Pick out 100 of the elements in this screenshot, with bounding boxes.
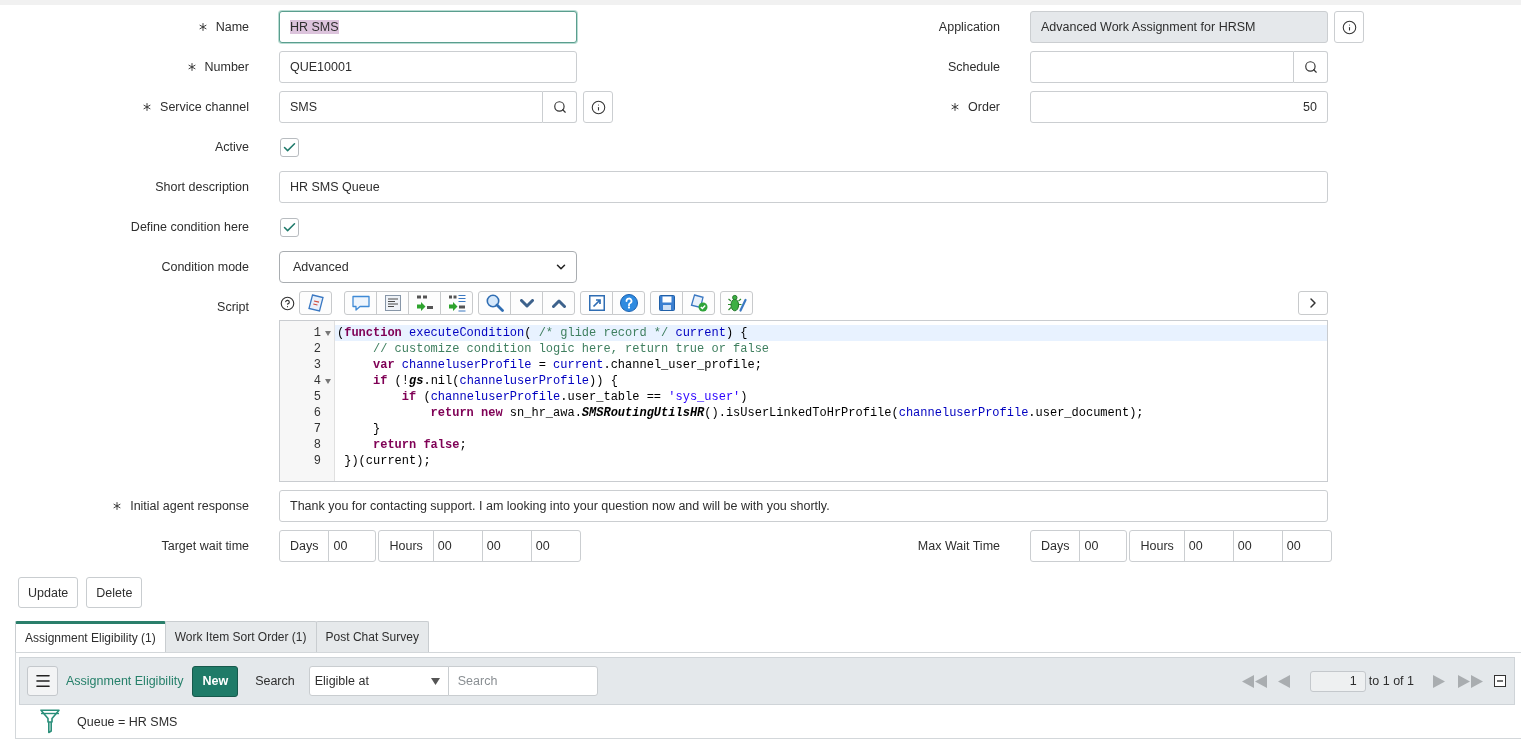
new-button[interactable]: New bbox=[192, 665, 239, 697]
code-line: // customize condition logic here, return true or false bbox=[372, 341, 770, 357]
tab[interactable]: Post Chat Survey bbox=[315, 621, 429, 652]
field-label: Short description bbox=[155, 180, 249, 194]
info-button[interactable] bbox=[583, 91, 613, 123]
line-number: 5 bbox=[313, 389, 321, 405]
field-label: Application bbox=[938, 20, 1000, 34]
line-number: 6 bbox=[313, 405, 321, 421]
caret-down-icon bbox=[430, 677, 440, 685]
code-line: } bbox=[372, 421, 381, 437]
search-icon bbox=[1303, 60, 1318, 74]
line-number: 2 bbox=[313, 341, 321, 357]
field-label: Target wait time bbox=[161, 539, 249, 553]
replace-all-button[interactable] bbox=[440, 291, 473, 315]
page-number-input[interactable]: 1 bbox=[1309, 670, 1366, 692]
update-button[interactable]: Update bbox=[18, 577, 79, 608]
line-number: 9 bbox=[313, 453, 321, 469]
bug-icon bbox=[726, 294, 747, 312]
info-icon bbox=[590, 99, 606, 115]
save-button[interactable] bbox=[650, 291, 683, 315]
info-icon bbox=[1341, 19, 1357, 35]
search-button[interactable] bbox=[478, 291, 511, 315]
menu-icon bbox=[33, 672, 52, 690]
unit-label: Days bbox=[1030, 530, 1081, 562]
code-line: })(current); bbox=[343, 453, 431, 469]
select-field[interactable]: Advanced bbox=[279, 251, 577, 283]
duration-input[interactable]: 00 bbox=[1281, 530, 1332, 562]
readonly-field: Advanced Work Assignment for HRSM bbox=[1030, 11, 1328, 43]
tab[interactable]: Work Item Sort Order (1) bbox=[164, 621, 317, 652]
document-icon bbox=[307, 294, 324, 312]
field-label: Script bbox=[217, 300, 249, 314]
funnel-icon[interactable] bbox=[40, 709, 60, 734]
find-previous-button[interactable] bbox=[542, 291, 575, 315]
list-menu-button[interactable] bbox=[27, 666, 58, 696]
expand-icon bbox=[588, 295, 605, 311]
fullscreen-button[interactable] bbox=[580, 291, 613, 315]
info-button[interactable] bbox=[1334, 11, 1364, 43]
duration-input[interactable]: 00 bbox=[1183, 530, 1234, 562]
unit-label: Hours bbox=[1129, 530, 1185, 562]
save-icon bbox=[658, 295, 675, 311]
help-icon bbox=[619, 294, 638, 312]
field-label: Define condition here bbox=[130, 220, 249, 234]
code-line: if (channeluserProfile.user_table == 'sys_user') bbox=[400, 389, 748, 405]
page-range-text: to 1 of 1 bbox=[1368, 674, 1414, 688]
duration-input[interactable]: 00 bbox=[1079, 530, 1128, 562]
replace-all-icon bbox=[447, 294, 466, 312]
search-icon bbox=[485, 294, 504, 312]
checkbox[interactable] bbox=[280, 217, 299, 237]
list-title: Assignment Eligibility bbox=[66, 674, 184, 688]
duration-input[interactable]: 00 bbox=[1232, 530, 1283, 562]
field-label: Service channel bbox=[160, 100, 249, 114]
filter-breadcrumb: Queue = HR SMS bbox=[77, 714, 178, 729]
replace-button[interactable] bbox=[408, 291, 441, 315]
lookup-button[interactable] bbox=[543, 91, 577, 123]
comment-icon bbox=[351, 295, 370, 311]
text-field[interactable]: QUE10001 bbox=[279, 51, 577, 83]
expand-toolbar-button[interactable] bbox=[1298, 291, 1328, 315]
reference-field[interactable] bbox=[1030, 51, 1294, 83]
line-number: 8 bbox=[313, 437, 321, 453]
fold-icon[interactable] bbox=[324, 330, 331, 336]
comment-button[interactable] bbox=[344, 291, 377, 315]
find-next-button[interactable] bbox=[510, 291, 543, 315]
reference-field[interactable]: SMS bbox=[279, 91, 543, 123]
duration-input[interactable]: 00 bbox=[432, 530, 483, 562]
field-label: Max Wait Time bbox=[917, 539, 1000, 553]
collapse-icon[interactable] bbox=[1494, 675, 1506, 687]
code-line: return new sn_hr_awa.SMSRoutingUtilsHR().isUserLinkedToHrProfile(channeluserProfile.user_document); bbox=[429, 405, 1144, 421]
unit-label: Days bbox=[279, 530, 330, 562]
help-icon[interactable] bbox=[280, 295, 295, 311]
line-number: 3 bbox=[313, 357, 321, 373]
field-label: Condition mode bbox=[161, 260, 249, 274]
field-label: Number bbox=[204, 60, 249, 74]
code-line: if (!gs.nil(channeluserProfile)) { bbox=[372, 373, 618, 389]
text-field[interactable]: HR SMS bbox=[279, 11, 577, 43]
code-editor[interactable] bbox=[279, 320, 1328, 482]
align-left-icon bbox=[384, 295, 401, 311]
text-field[interactable]: Thank you for contacting support. I am looking into your question now and will be with you shortly. bbox=[279, 490, 1328, 522]
duration-input[interactable]: 00 bbox=[481, 530, 532, 562]
number-field[interactable]: 50 bbox=[1030, 91, 1328, 123]
delete-button[interactable]: Delete bbox=[86, 577, 143, 608]
lookup-button[interactable] bbox=[1294, 51, 1328, 83]
field-label: Order bbox=[968, 100, 1000, 114]
code-line: return false; bbox=[372, 437, 467, 453]
tab[interactable]: Assignment Eligibility (1) bbox=[15, 621, 166, 652]
fold-icon[interactable] bbox=[324, 378, 331, 384]
chevron-down-icon bbox=[519, 298, 534, 308]
search-field-select[interactable]: Eligible at bbox=[308, 666, 449, 696]
syntax-check-button[interactable] bbox=[682, 291, 715, 315]
debug-button[interactable] bbox=[720, 291, 753, 315]
document-check-icon bbox=[689, 294, 708, 312]
checkbox[interactable] bbox=[280, 137, 299, 157]
unit-label: Hours bbox=[378, 530, 434, 562]
search-icon bbox=[552, 100, 567, 114]
text-field[interactable]: HR SMS Queue bbox=[279, 171, 1328, 203]
help-button[interactable] bbox=[612, 291, 645, 315]
duration-input[interactable]: 00 bbox=[530, 530, 581, 562]
script-button[interactable] bbox=[299, 291, 332, 315]
chevron-up-icon bbox=[551, 298, 566, 308]
duration-input[interactable]: 00 bbox=[328, 530, 377, 562]
field-label: Initial agent response bbox=[130, 499, 249, 513]
